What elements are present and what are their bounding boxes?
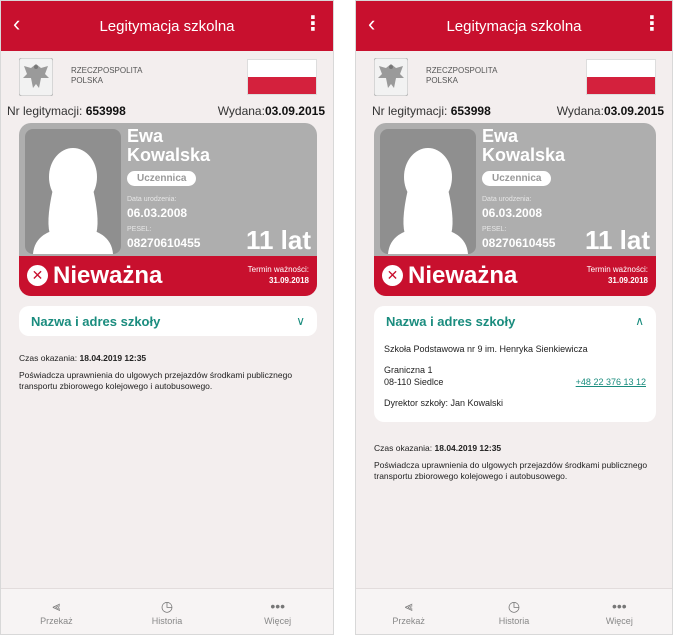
validity: Termin ważności: 31.09.2018: [586, 265, 648, 285]
history-icon: ◷: [507, 597, 521, 614]
more-vert-icon[interactable]: ⋮: [642, 14, 662, 34]
header-row: RZECZPOSPOLITA POLSKA: [19, 58, 317, 96]
dob-label: Data urodzenia:: [127, 196, 177, 203]
pesel-label: PESEL:: [127, 226, 152, 233]
pesel-label: PESEL:: [482, 226, 507, 233]
app-bar: ‹ Legitymacja szkolna ⋮: [356, 1, 672, 51]
nav-more[interactable]: ••• Więcej: [222, 589, 333, 634]
id-number-row: Nr legitymacji: 653998 Wydana:03.09.2015: [372, 104, 664, 118]
close-circle-icon: ✕: [27, 265, 48, 286]
avatar: [25, 129, 121, 254]
polish-flag: [247, 59, 317, 95]
status-text: Nieważna: [53, 262, 163, 289]
pesel-value: 08270610455: [482, 236, 556, 250]
dob-label: Data urodzenia:: [482, 196, 532, 203]
age: 11 lat: [584, 225, 650, 255]
phone-screen-collapsed: ‹ Legitymacja szkolna ⋮ RZECZPOSPOLITA P…: [0, 0, 334, 635]
phone-screen-expanded: ‹ Legitymacja szkolna ⋮ RZECZPOSPOLITA P…: [355, 0, 673, 635]
role-badge: Uczennica: [127, 171, 197, 186]
eagle-emblem-icon: [19, 58, 53, 96]
pesel-value: 08270610455: [127, 236, 201, 250]
more-horiz-icon: •••: [270, 597, 286, 614]
back-arrow-icon[interactable]: ‹: [368, 13, 375, 35]
nav-history[interactable]: ◷ Historia: [461, 589, 566, 634]
student-name: Ewa Kowalska: [482, 126, 566, 165]
age: 11 lat: [245, 225, 311, 255]
app-bar: ‹ Legitymacja szkolna ⋮: [1, 1, 333, 51]
school-city: 08-110 Siedlce: [384, 377, 444, 387]
school-section: Nazwa i adres szkoły ∨: [19, 306, 317, 336]
school-details: Szkoła Podstawowa nr 9 im. Henryka Sienk…: [374, 336, 656, 422]
school-name: Szkoła Podstawowa nr 9 im. Henryka Sienk…: [384, 344, 588, 354]
school-director: Dyrektor szkoły: Jan Kowalski: [384, 398, 504, 408]
chevron-up-icon: ∧: [635, 314, 644, 328]
info-block: Czas okazania: 18.04.2019 12:35 Poświadc…: [374, 443, 648, 481]
dob-value: 06.03.2008: [482, 206, 543, 220]
country-name: RZECZPOSPOLITA POLSKA: [426, 66, 498, 85]
nav-share[interactable]: ⫷ Przekaż: [1, 589, 112, 634]
school-street: Graniczna 1: [384, 365, 433, 375]
chevron-down-icon: ∨: [296, 314, 305, 328]
close-circle-icon: ✕: [382, 265, 403, 286]
invalid-status-banner: ✕ Nieważna Termin ważności: 31.09.2018: [19, 256, 317, 296]
more-vert-icon[interactable]: ⋮: [303, 14, 323, 34]
role-badge: Uczennica: [482, 171, 552, 186]
avatar: [380, 129, 476, 254]
more-horiz-icon: •••: [611, 597, 627, 614]
nav-more[interactable]: ••• Więcej: [567, 589, 672, 634]
app-title: Legitymacja szkolna: [446, 17, 582, 35]
share-icon: ⫷: [404, 597, 413, 614]
header-row: RZECZPOSPOLITA POLSKA: [374, 58, 656, 96]
school-accordion-header[interactable]: Nazwa i adres szkoły ∨: [19, 306, 317, 336]
student-name: Ewa Kowalska: [127, 126, 211, 165]
nav-history[interactable]: ◷ Historia: [112, 589, 223, 634]
share-icon: ⫷: [52, 597, 61, 614]
back-arrow-icon[interactable]: ‹: [13, 13, 20, 35]
invalid-status-banner: ✕ Nieważna Termin ważności: 31.09.2018: [374, 256, 656, 296]
person-silhouette-icon: [33, 148, 113, 254]
id-card: Ewa Kowalska Uczennica Data urodzenia: 0…: [374, 123, 656, 296]
school-accordion-header[interactable]: Nazwa i adres szkoły ∧: [374, 306, 656, 336]
bottom-nav: ⫷ Przekaż ◷ Historia ••• Więcej: [356, 588, 672, 634]
school-address: Graniczna 1 08-110 Siedlce +48 22 376 13…: [384, 364, 646, 388]
person-silhouette-icon: [388, 148, 468, 254]
polish-flag: [586, 59, 656, 95]
validity: Termin ważności: 31.09.2018: [247, 265, 309, 285]
school-section: Nazwa i adres szkoły ∧ Szkoła Podstawowa…: [374, 306, 656, 422]
bottom-nav: ⫷ Przekaż ◷ Historia ••• Więcej: [1, 588, 333, 634]
app-title: Legitymacja szkolna: [99, 17, 235, 35]
info-block: Czas okazania: 18.04.2019 12:35 Poświadc…: [19, 353, 293, 391]
school-phone-link[interactable]: +48 22 376 13 12: [576, 376, 646, 388]
nav-share[interactable]: ⫷ Przekaż: [356, 589, 461, 634]
country-name: RZECZPOSPOLITA POLSKA: [71, 66, 143, 85]
id-card: Ewa Kowalska Uczennica Data urodzenia: 0…: [19, 123, 317, 296]
status-text: Nieważna: [408, 262, 518, 289]
dob-value: 06.03.2008: [127, 206, 188, 220]
history-icon: ◷: [160, 597, 174, 614]
eagle-emblem-icon: [374, 58, 408, 96]
id-number-row: Nr legitymacji: 653998 Wydana:03.09.2015: [7, 104, 325, 118]
